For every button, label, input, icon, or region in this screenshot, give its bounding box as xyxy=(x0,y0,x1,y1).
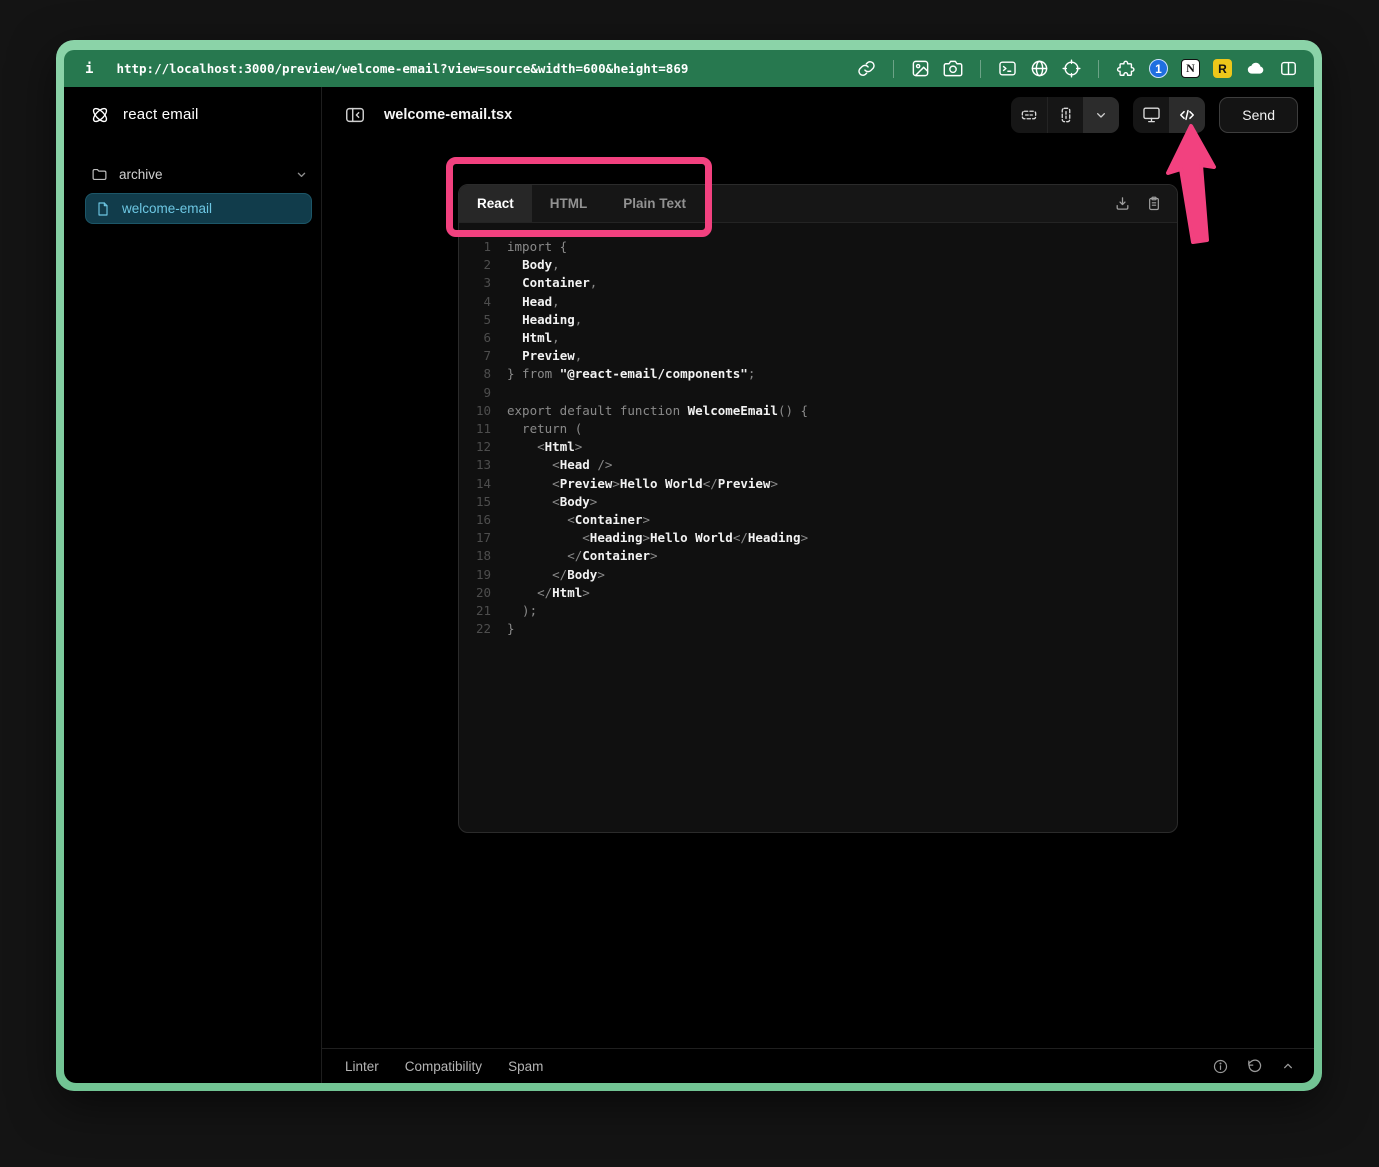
code-line: 11 return ( xyxy=(459,420,1177,438)
tab-react[interactable]: React xyxy=(459,185,532,222)
screenshot-icon[interactable] xyxy=(911,59,930,78)
browser-window: i http://localhost:3000/preview/welcome-… xyxy=(56,40,1322,1091)
code-line: 16 <Container> xyxy=(459,511,1177,529)
browser-toolbar: i http://localhost:3000/preview/welcome-… xyxy=(64,50,1314,87)
toolbar-divider xyxy=(1098,60,1099,78)
tab-plain-text[interactable]: Plain Text xyxy=(605,185,704,222)
split-view-icon[interactable] xyxy=(1279,59,1298,78)
brand-area: react email xyxy=(64,87,322,142)
notion-icon[interactable]: N xyxy=(1181,59,1200,78)
tab-html[interactable]: HTML xyxy=(532,185,606,222)
reset-icon[interactable] xyxy=(1246,1058,1263,1075)
code-icon[interactable] xyxy=(1169,97,1205,133)
link-icon[interactable] xyxy=(857,59,876,78)
sidebar-item-welcome-email[interactable]: welcome-email xyxy=(85,193,312,224)
toolbar-divider xyxy=(980,60,981,78)
extensions-puzzle-icon[interactable] xyxy=(1116,59,1136,79)
globe-icon[interactable] xyxy=(1030,59,1049,78)
crosshair-icon[interactable] xyxy=(1062,59,1081,78)
brand-name: react email xyxy=(123,106,199,123)
code-tabbar: React HTML Plain Text xyxy=(459,185,1177,223)
code-line: 4 Head, xyxy=(459,293,1177,311)
code-lines[interactable]: 1import {2 Body,3 Container,4 Head,5 Hea… xyxy=(459,223,1177,638)
code-line: 12 <Html> xyxy=(459,438,1177,456)
code-line: 9 xyxy=(459,384,1177,402)
view-toggle-group xyxy=(1133,97,1205,133)
code-line: 19 </Body> xyxy=(459,566,1177,584)
code-line: 20 </Html> xyxy=(459,584,1177,602)
address-bar[interactable]: http://localhost:3000/preview/welcome-em… xyxy=(116,61,688,76)
monitor-icon[interactable] xyxy=(1133,97,1169,133)
code-line: 2 Body, xyxy=(459,256,1177,274)
react-email-app: react email welcome-email.tsx Send xyxy=(64,87,1314,1083)
copy-icon[interactable] xyxy=(1146,195,1162,212)
sidebar-item-label: archive xyxy=(119,167,163,182)
code-line: 6 Html, xyxy=(459,329,1177,347)
code-line: 7 Preview, xyxy=(459,347,1177,365)
code-line: 8} from "@react-email/components"; xyxy=(459,365,1177,383)
code-line: 3 Container, xyxy=(459,274,1177,292)
code-line: 14 <Preview>Hello World</Preview> xyxy=(459,475,1177,493)
chevron-up-icon[interactable] xyxy=(1280,1058,1296,1074)
info-icon[interactable]: i xyxy=(85,61,93,77)
sidebar-collapse-icon[interactable] xyxy=(344,104,366,126)
code-line: 22} xyxy=(459,620,1177,638)
folder-icon xyxy=(91,166,108,183)
chevron-down-icon[interactable] xyxy=(294,167,309,182)
camera-icon[interactable] xyxy=(943,59,963,78)
code-line: 15 <Body> xyxy=(459,493,1177,511)
cloud-icon[interactable] xyxy=(1245,59,1266,78)
source-code-panel: React HTML Plain Text 1import {2 Body,3 … xyxy=(458,184,1178,833)
tab-linter[interactable]: Linter xyxy=(345,1059,379,1074)
code-line: 5 Heading, xyxy=(459,311,1177,329)
toolbar-divider xyxy=(893,60,894,78)
terminal-icon[interactable] xyxy=(998,59,1017,78)
preview-area: React HTML Plain Text 1import {2 Body,3 … xyxy=(322,142,1314,1048)
info-circle-icon[interactable] xyxy=(1212,1058,1229,1075)
send-button[interactable]: Send xyxy=(1219,97,1298,133)
tab-spam[interactable]: Spam xyxy=(508,1059,543,1074)
viewport-width-icon[interactable] xyxy=(1011,97,1047,133)
onepassword-icon[interactable]: 1 xyxy=(1149,59,1168,78)
app-header: react email welcome-email.tsx Send xyxy=(64,87,1314,142)
refined-github-icon[interactable]: R xyxy=(1213,59,1232,78)
status-bar: Linter Compatibility Spam xyxy=(322,1048,1314,1083)
code-line: 10export default function WelcomeEmail()… xyxy=(459,402,1177,420)
code-line: 18 </Container> xyxy=(459,547,1177,565)
sidebar-item-label: welcome-email xyxy=(122,201,212,216)
code-line: 17 <Heading>Hello World</Heading> xyxy=(459,529,1177,547)
react-email-logo-icon xyxy=(89,104,111,126)
viewport-size-group xyxy=(1011,97,1119,133)
sidebar: archive welcome-email xyxy=(64,142,322,1083)
tab-compatibility[interactable]: Compatibility xyxy=(405,1059,482,1074)
code-line: 21 ); xyxy=(459,602,1177,620)
viewport-height-icon[interactable] xyxy=(1047,97,1083,133)
sidebar-item-archive[interactable]: archive xyxy=(64,159,321,189)
download-icon[interactable] xyxy=(1114,195,1131,212)
page-title: welcome-email.tsx xyxy=(384,107,512,123)
viewport-dropdown-chevron-icon[interactable] xyxy=(1083,97,1119,133)
file-icon xyxy=(95,201,111,217)
code-line: 1import { xyxy=(459,238,1177,256)
code-line: 13 <Head /> xyxy=(459,456,1177,474)
